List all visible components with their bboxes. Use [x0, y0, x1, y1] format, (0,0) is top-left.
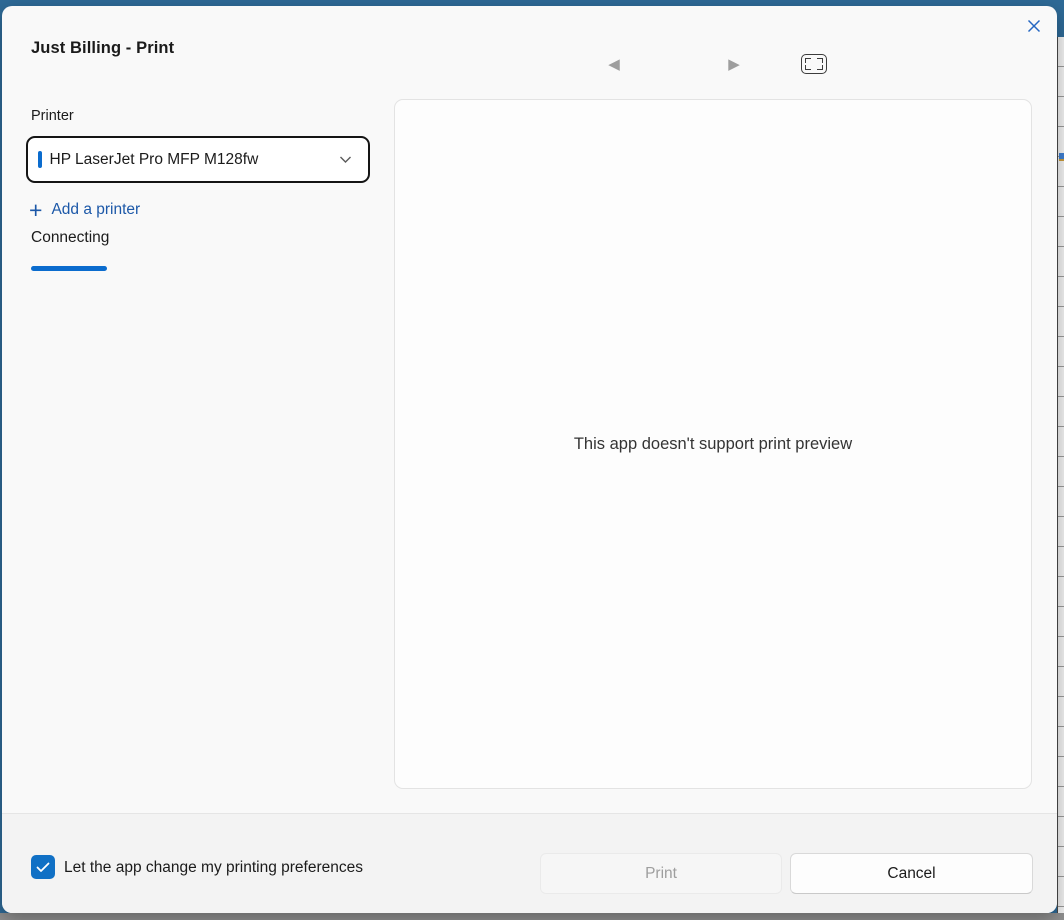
fit-to-page-button[interactable] [797, 48, 831, 80]
screen: Just Billing - Print ◀ ▶ Printer HP Lase… [0, 0, 1064, 920]
selected-printer-value: HP LaserJet Pro MFP M128fw [50, 151, 340, 169]
background-bottom-strip [0, 913, 1064, 920]
background-app-sliver [1057, 37, 1064, 913]
print-button[interactable]: Print [540, 853, 782, 894]
print-preview-panel: This app doesn't support print preview [394, 99, 1032, 789]
add-printer-label: Add a printer [51, 201, 140, 219]
next-page-button[interactable]: ▶ [720, 50, 748, 78]
preview-message: This app doesn't support print preview [574, 435, 852, 454]
cancel-button[interactable]: Cancel [790, 853, 1033, 894]
checkmark-icon [36, 862, 50, 873]
checkbox-label[interactable]: Let the app change my printing preferenc… [64, 859, 363, 877]
back-icon: ◀ [608, 55, 620, 73]
fit-page-icon [801, 54, 827, 74]
background-app-detail [1059, 153, 1064, 159]
focus-accent-bar [38, 151, 42, 168]
printer-label: Printer [31, 108, 74, 124]
printer-dropdown[interactable]: HP LaserJet Pro MFP M128fw [26, 136, 370, 183]
printing-preferences-checkbox[interactable] [31, 855, 55, 879]
footer-bar: Let the app change my printing preferenc… [2, 813, 1057, 913]
close-icon [1026, 18, 1042, 34]
printer-status-text: Connecting [31, 229, 109, 247]
add-printer-button[interactable]: + Add a printer [29, 197, 140, 223]
plus-icon: + [29, 200, 42, 220]
chevron-down-icon [339, 155, 352, 164]
dialog-title: Just Billing - Print [31, 39, 174, 58]
connecting-progress [31, 266, 291, 271]
previous-page-button[interactable]: ◀ [600, 50, 628, 78]
close-button[interactable] [1018, 12, 1050, 40]
progress-bar-segment [31, 266, 107, 271]
forward-icon: ▶ [728, 55, 740, 73]
print-dialog: Just Billing - Print ◀ ▶ Printer HP Lase… [2, 6, 1057, 913]
